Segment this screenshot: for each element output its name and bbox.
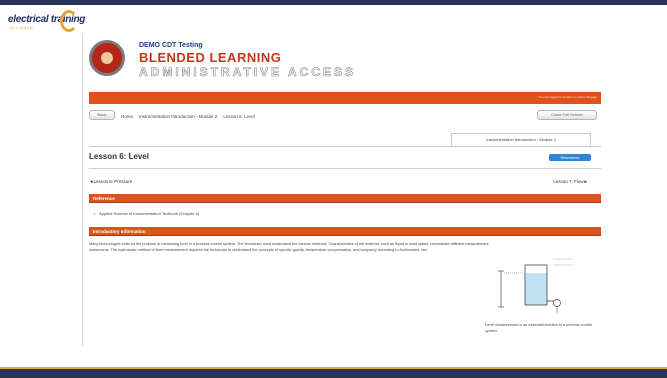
figure-caption: Level measurement is an essential functi…	[485, 323, 593, 333]
header-title: BLENDED LEARNING	[139, 50, 282, 65]
header-banner: You are logged in as Demo Learner Engage	[89, 92, 601, 104]
site-header: DEMO CDT Testing BLENDED LEARNING ADMINI…	[83, 34, 603, 86]
breadcrumb-home[interactable]: Home	[121, 114, 133, 119]
introductory-text: Many technologies exist for the purpose …	[89, 242, 489, 252]
previous-lesson-link[interactable]: ◄Lesson 5: Pressure	[89, 179, 132, 184]
reference-heading: Reference	[93, 196, 115, 201]
breadcrumb: Home Instrumentation Introduction - Modu…	[121, 110, 261, 122]
introductory-heading: Introductory Information	[93, 229, 146, 234]
brand-sub: ALLIANCE	[10, 25, 34, 30]
login-status: You are logged in as Demo Learner Engage	[538, 95, 597, 99]
reference-list-item: Applied Science of Instrumentation Textb…	[94, 211, 199, 216]
introductory-section-header: Introductory Information	[89, 227, 601, 236]
navigation-bar: Back Home Instrumentation Introduction -…	[89, 110, 601, 122]
tab-divider	[89, 146, 601, 147]
embedded-page: DEMO CDT Testing BLENDED LEARNING ADMINI…	[82, 34, 603, 346]
organization-seal-icon	[89, 40, 125, 76]
resources-button[interactable]: Resources	[549, 154, 591, 161]
title-divider	[89, 168, 601, 169]
header-subtitle: DEMO CDT Testing	[139, 42, 203, 49]
reference-section-header: Reference	[89, 194, 601, 203]
breadcrumb-module[interactable]: Instrumentation Introduction - Module 2	[139, 114, 217, 119]
header-admin-label: ADMINISTRATIVE ACCESS	[139, 65, 357, 80]
page-title: Lesson 6: Level	[89, 152, 150, 161]
close-full-screen-button[interactable]: Close Full Screen	[537, 110, 597, 120]
brand-logo: electrical training ALLIANCE	[8, 10, 108, 32]
next-lesson-link[interactable]: Lesson 7: Flow►	[553, 179, 588, 184]
back-button[interactable]: Back	[89, 110, 115, 120]
tab-module-2[interactable]: Instrumentation Introduction - Module 2	[451, 133, 591, 146]
breadcrumb-lesson[interactable]: Lesson 6: Level	[223, 114, 255, 119]
tank-liquid	[525, 273, 547, 305]
brand-arc-icon	[60, 10, 78, 32]
level-measurement-diagram	[498, 258, 573, 313]
bottom-frame-bar	[0, 369, 667, 378]
top-frame-bar	[0, 0, 667, 5]
level-transmitter-icon	[553, 299, 561, 307]
